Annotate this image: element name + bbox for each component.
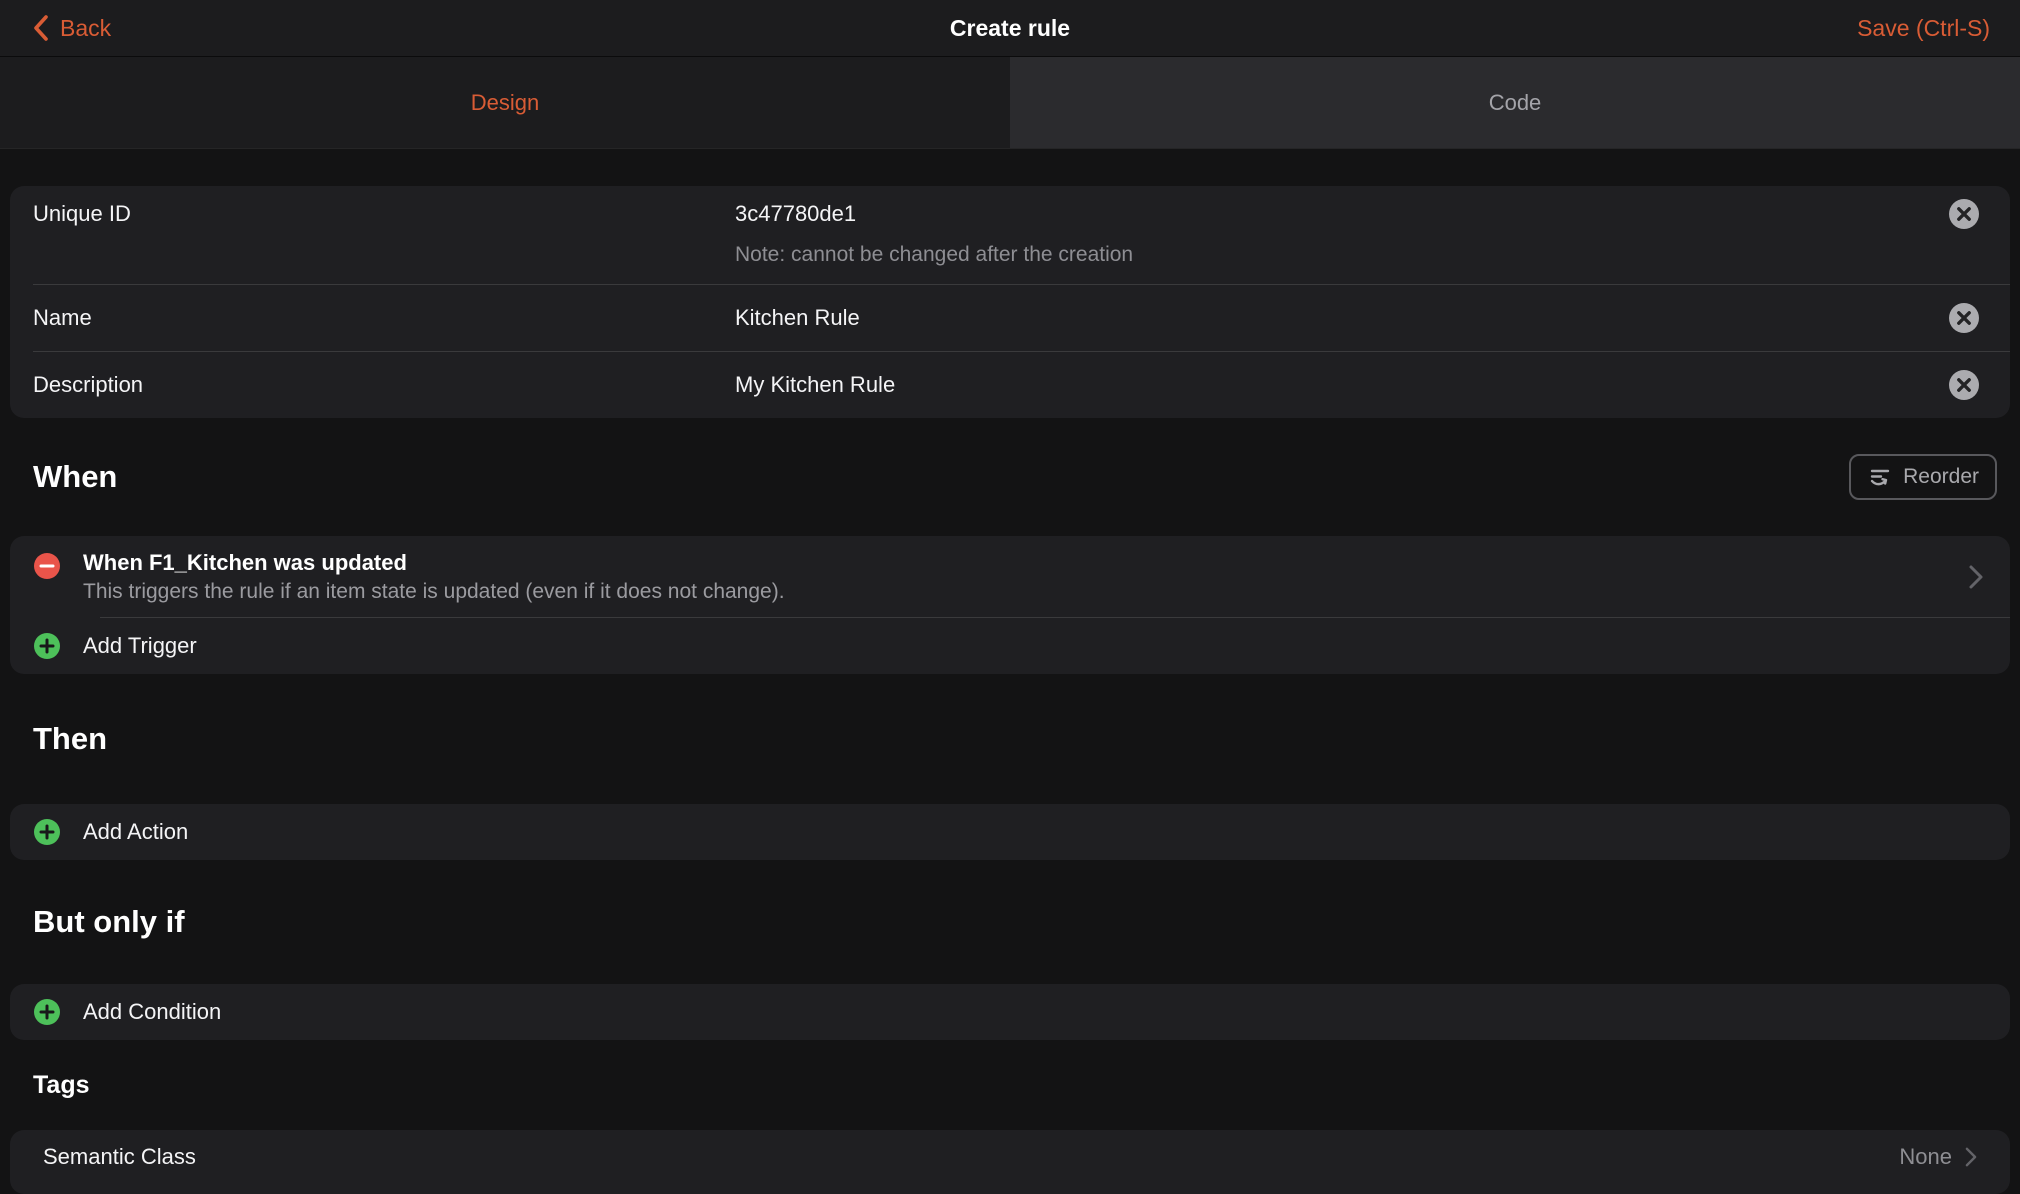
trigger-subtitle: This triggers the rule if an item state … — [83, 578, 1965, 605]
clear-description-button[interactable] — [1948, 369, 1980, 401]
add-trigger-button[interactable]: Add Trigger — [10, 618, 2010, 674]
remove-trigger-icon[interactable] — [33, 552, 61, 580]
clear-icon — [1948, 369, 1980, 401]
semantic-class-row[interactable]: Semantic Class None — [10, 1130, 2010, 1194]
tags-section-header: Tags — [0, 1040, 2020, 1130]
but-only-if-title: But only if — [33, 904, 185, 940]
reorder-icon — [1867, 464, 1893, 490]
semantic-class-value-area: None — [1899, 1144, 1980, 1170]
semantic-class-label: Semantic Class — [43, 1144, 196, 1170]
tab-code[interactable]: Code — [1010, 57, 2020, 148]
unique-id-row[interactable]: Unique ID 3c47780de1 Note: cannot be cha… — [10, 186, 2010, 284]
clear-name-button[interactable] — [1948, 302, 1980, 334]
trigger-title: When F1_Kitchen was updated — [83, 548, 1965, 578]
add-condition-button[interactable]: Add Condition — [10, 984, 2010, 1040]
unique-id-value-area: 3c47780de1 Note: cannot be changed after… — [735, 200, 1936, 268]
description-input[interactable]: My Kitchen Rule — [735, 371, 1936, 399]
triggers-list: When F1_Kitchen was updated This trigger… — [10, 536, 2010, 674]
name-label: Name — [33, 304, 735, 332]
add-action-button[interactable]: Add Action — [10, 804, 2010, 860]
trigger-item[interactable]: When F1_Kitchen was updated This trigger… — [10, 536, 2010, 617]
semantic-class-value: None — [1899, 1144, 1952, 1170]
back-button[interactable]: Back — [30, 13, 111, 43]
tab-design[interactable]: Design — [0, 57, 1010, 148]
spacer — [0, 149, 2020, 186]
add-icon — [33, 998, 61, 1026]
clear-icon — [1948, 302, 1980, 334]
tags-title: Tags — [33, 1040, 90, 1130]
rule-info-list: Unique ID 3c47780de1 Note: cannot be cha… — [10, 186, 2010, 418]
reorder-button[interactable]: Reorder — [1849, 454, 1997, 500]
save-button[interactable]: Save (Ctrl-S) — [1857, 15, 1990, 42]
unique-id-note: Note: cannot be changed after the creati… — [735, 242, 1936, 268]
then-title: Then — [33, 721, 107, 757]
name-row[interactable]: Name Kitchen Rule — [10, 285, 2010, 351]
add-action-label: Add Action — [83, 819, 188, 845]
tab-bar: Design Code — [0, 57, 2020, 149]
trigger-text: When F1_Kitchen was updated This trigger… — [83, 548, 1965, 605]
when-section-header: When Reorder — [0, 418, 2020, 536]
unique-id-label: Unique ID — [33, 200, 735, 228]
clear-unique-id-button[interactable] — [1948, 198, 1980, 230]
add-condition-label: Add Condition — [83, 999, 221, 1025]
add-icon — [33, 632, 61, 660]
when-title: When — [33, 459, 117, 495]
navbar: Back Create rule Save (Ctrl-S) — [0, 0, 2020, 57]
back-label: Back — [60, 15, 111, 42]
actions-list: Add Action — [10, 804, 2010, 860]
description-label: Description — [33, 371, 735, 399]
conditions-list: Add Condition — [10, 984, 2010, 1040]
chevron-right-icon — [1962, 1145, 1980, 1169]
then-section-header: Then — [0, 674, 2020, 804]
add-icon — [33, 818, 61, 846]
clear-icon — [1948, 198, 1980, 230]
description-row[interactable]: Description My Kitchen Rule — [10, 352, 2010, 418]
add-trigger-label: Add Trigger — [83, 633, 197, 659]
tags-list: Semantic Class None — [10, 1130, 2010, 1194]
chevron-left-icon — [30, 13, 52, 43]
chevron-right-icon — [1965, 563, 1987, 591]
unique-id-input[interactable]: 3c47780de1 — [735, 200, 1936, 228]
create-rule-page: { "navbar": { "back_label": "Back", "tit… — [0, 0, 2020, 1150]
reorder-label: Reorder — [1903, 465, 1979, 489]
name-input[interactable]: Kitchen Rule — [735, 304, 1936, 332]
page-title: Create rule — [0, 15, 2020, 42]
but-only-if-section-header: But only if — [0, 860, 2020, 984]
